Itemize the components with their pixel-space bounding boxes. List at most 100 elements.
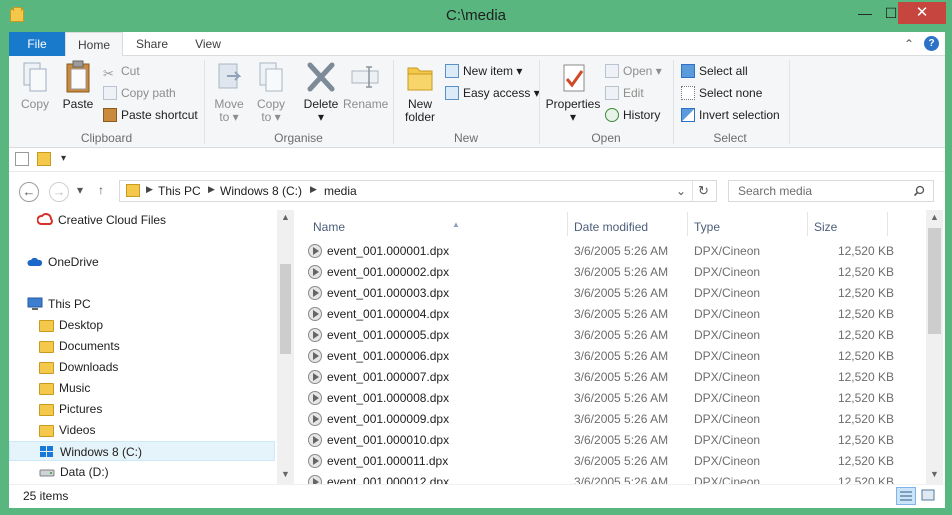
easy-access-button[interactable]: Easy access ▾ — [445, 84, 540, 102]
tab-share[interactable]: Share — [129, 32, 175, 56]
copy-button[interactable]: Copy — [17, 60, 53, 111]
move-to-button[interactable]: Move to ▾ — [211, 60, 247, 124]
new-item-button[interactable]: New item ▾ — [445, 62, 522, 80]
scroll-up-icon[interactable]: ▲ — [926, 212, 943, 222]
recent-locations-icon[interactable]: ▾ — [77, 183, 83, 197]
file-row[interactable]: event_001.000010.dpx 3/6/2005 5:26 AM DPX/… — [308, 430, 908, 451]
column-divider[interactable] — [687, 212, 688, 236]
nav-item-label: Downloads — [59, 360, 119, 374]
file-row[interactable]: event_001.000005.dpx 3/6/2005 5:26 AM DPX/… — [308, 325, 908, 346]
breadcrumb-separator-icon[interactable]: ▶ — [208, 184, 215, 195]
help-icon[interactable]: ? — [924, 36, 939, 51]
file-date: 3/6/2005 5:26 AM — [574, 328, 669, 342]
copy-path-button[interactable]: Copy path — [103, 84, 176, 102]
file-row[interactable]: event_001.000012.dpx 3/6/2005 5:26 AM DPX/… — [308, 472, 908, 484]
nav-item-label: This PC — [48, 297, 91, 311]
file-name: event_001.000004.dpx — [327, 307, 450, 321]
nav-item-pictures[interactable]: Pictures — [39, 399, 102, 419]
nav-pane-scrollbar[interactable]: ▲ ▼ — [277, 210, 294, 484]
nav-item-windows-8-c[interactable]: Windows 8 (C:) — [9, 441, 275, 461]
file-name: event_001.000009.dpx — [327, 412, 450, 426]
column-header-name[interactable]: Name ▲ — [313, 216, 563, 238]
invert-selection-button[interactable]: Invert selection — [681, 106, 780, 124]
rename-button[interactable]: Rename — [343, 60, 388, 111]
history-label: History — [623, 108, 661, 122]
scroll-down-icon[interactable]: ▼ — [277, 469, 294, 479]
column-header-date[interactable]: Date modified — [574, 216, 648, 238]
tab-file[interactable]: File — [9, 32, 65, 56]
file-row[interactable]: event_001.000011.dpx 3/6/2005 5:26 AM DPX/… — [308, 451, 908, 472]
file-row[interactable]: event_001.000002.dpx 3/6/2005 5:26 AM DPX/… — [308, 262, 908, 283]
up-icon[interactable]: ↑ — [98, 183, 104, 197]
breadcrumb-separator-icon[interactable]: ▶ — [146, 184, 153, 195]
collapse-ribbon-icon[interactable]: ⌃ — [904, 37, 914, 51]
address-bar[interactable]: ▶ This PC ▶ Windows 8 (C:) ▶ media ⌄ ↻ — [119, 180, 717, 202]
cut-button[interactable]: ✂ Cut — [103, 62, 140, 81]
easy-access-label: Easy access — [463, 86, 531, 100]
select-none-button[interactable]: Select none — [681, 84, 762, 102]
select-all-button[interactable]: Select all — [681, 62, 748, 80]
file-row[interactable]: event_001.000003.dpx 3/6/2005 5:26 AM DPX/… — [308, 283, 908, 304]
refresh-icon[interactable]: ↻ — [698, 183, 709, 199]
file-row[interactable]: event_001.000007.dpx 3/6/2005 5:26 AM DPX/… — [308, 367, 908, 388]
nav-item-documents[interactable]: Documents — [39, 336, 120, 356]
delete-button[interactable]: Delete ▾ — [301, 60, 341, 124]
nav-item-videos[interactable]: Videos — [39, 420, 95, 440]
file-row[interactable]: event_001.000009.dpx 3/6/2005 5:26 AM DPX/… — [308, 409, 908, 430]
file-type: DPX/Cineon — [694, 370, 761, 384]
scroll-up-icon[interactable]: ▲ — [277, 212, 294, 222]
nav-item-music[interactable]: Music — [39, 378, 90, 398]
properties-button[interactable]: Properties ▾ — [545, 60, 601, 124]
new-folder-button[interactable]: New folder — [401, 60, 439, 124]
column-divider[interactable] — [887, 212, 888, 236]
properties-quick-icon[interactable] — [15, 152, 29, 166]
file-size: 12,520 KB — [837, 307, 894, 321]
nav-item-desktop[interactable]: Desktop — [39, 315, 103, 335]
details-view-icon[interactable] — [896, 487, 916, 505]
file-date: 3/6/2005 5:26 AM — [574, 307, 669, 321]
nav-item-creative-cloud[interactable]: Creative Cloud Files — [36, 210, 166, 230]
history-button[interactable]: History — [605, 106, 660, 124]
scroll-down-icon[interactable]: ▼ — [926, 469, 943, 479]
file-list-scroll-thumb[interactable] — [928, 228, 941, 334]
new-folder-quick-icon[interactable] — [37, 152, 51, 166]
column-header-size[interactable]: Size — [814, 216, 837, 238]
customize-toolbar-icon[interactable]: ▾ — [61, 153, 75, 167]
breadcrumb-media[interactable]: media — [324, 184, 357, 198]
nav-item-label: Documents — [59, 339, 120, 353]
delete-icon — [307, 62, 335, 92]
large-icons-view-icon[interactable] — [919, 487, 939, 505]
file-list-scrollbar[interactable]: ▲ ▼ — [926, 210, 943, 484]
forward-icon[interactable]: → — [49, 182, 69, 202]
media-file-icon — [308, 328, 322, 342]
copy-to-button[interactable]: Copy to ▾ — [253, 60, 289, 124]
search-box[interactable]: Search media — [728, 180, 934, 202]
column-divider[interactable] — [567, 212, 568, 236]
nav-item-label: Videos — [59, 423, 96, 437]
tab-home[interactable]: Home — [65, 32, 123, 57]
back-icon[interactable]: ← — [19, 182, 39, 202]
breadcrumb-this-pc[interactable]: This PC — [158, 184, 201, 198]
search-icon[interactable] — [913, 185, 925, 197]
paste-shortcut-button[interactable]: Paste shortcut — [103, 106, 198, 124]
nav-item-onedrive[interactable]: OneDrive — [27, 252, 99, 272]
paste-button[interactable]: Paste — [59, 60, 97, 111]
column-divider[interactable] — [807, 212, 808, 236]
breadcrumb-separator-icon[interactable]: ▶ — [310, 184, 317, 195]
nav-item-this-pc[interactable]: This PC — [27, 294, 91, 314]
tab-view[interactable]: View — [185, 32, 231, 56]
nav-pane-scroll-thumb[interactable] — [280, 264, 291, 354]
file-row[interactable]: event_001.000008.dpx 3/6/2005 5:26 AM DPX/… — [308, 388, 908, 409]
address-history-chevron-icon[interactable]: ⌄ — [676, 184, 686, 198]
file-row[interactable]: event_001.000001.dpx 3/6/2005 5:26 AM DPX/… — [308, 241, 908, 262]
open-button[interactable]: Open ▾ — [605, 62, 662, 80]
column-header-type[interactable]: Type — [694, 216, 720, 238]
breadcrumb-windows-8[interactable]: Windows 8 (C:) — [220, 184, 302, 198]
window-title: C:\media — [445, 7, 507, 24]
nav-item-data-d[interactable]: Data (D:) — [39, 462, 109, 482]
close-button[interactable]: ✕ — [898, 2, 946, 24]
file-row[interactable]: event_001.000006.dpx 3/6/2005 5:26 AM DPX/… — [308, 346, 908, 367]
file-row[interactable]: event_001.000004.dpx 3/6/2005 5:26 AM DPX/… — [308, 304, 908, 325]
edit-button[interactable]: Edit — [605, 84, 644, 102]
nav-item-downloads[interactable]: Downloads — [39, 357, 118, 377]
